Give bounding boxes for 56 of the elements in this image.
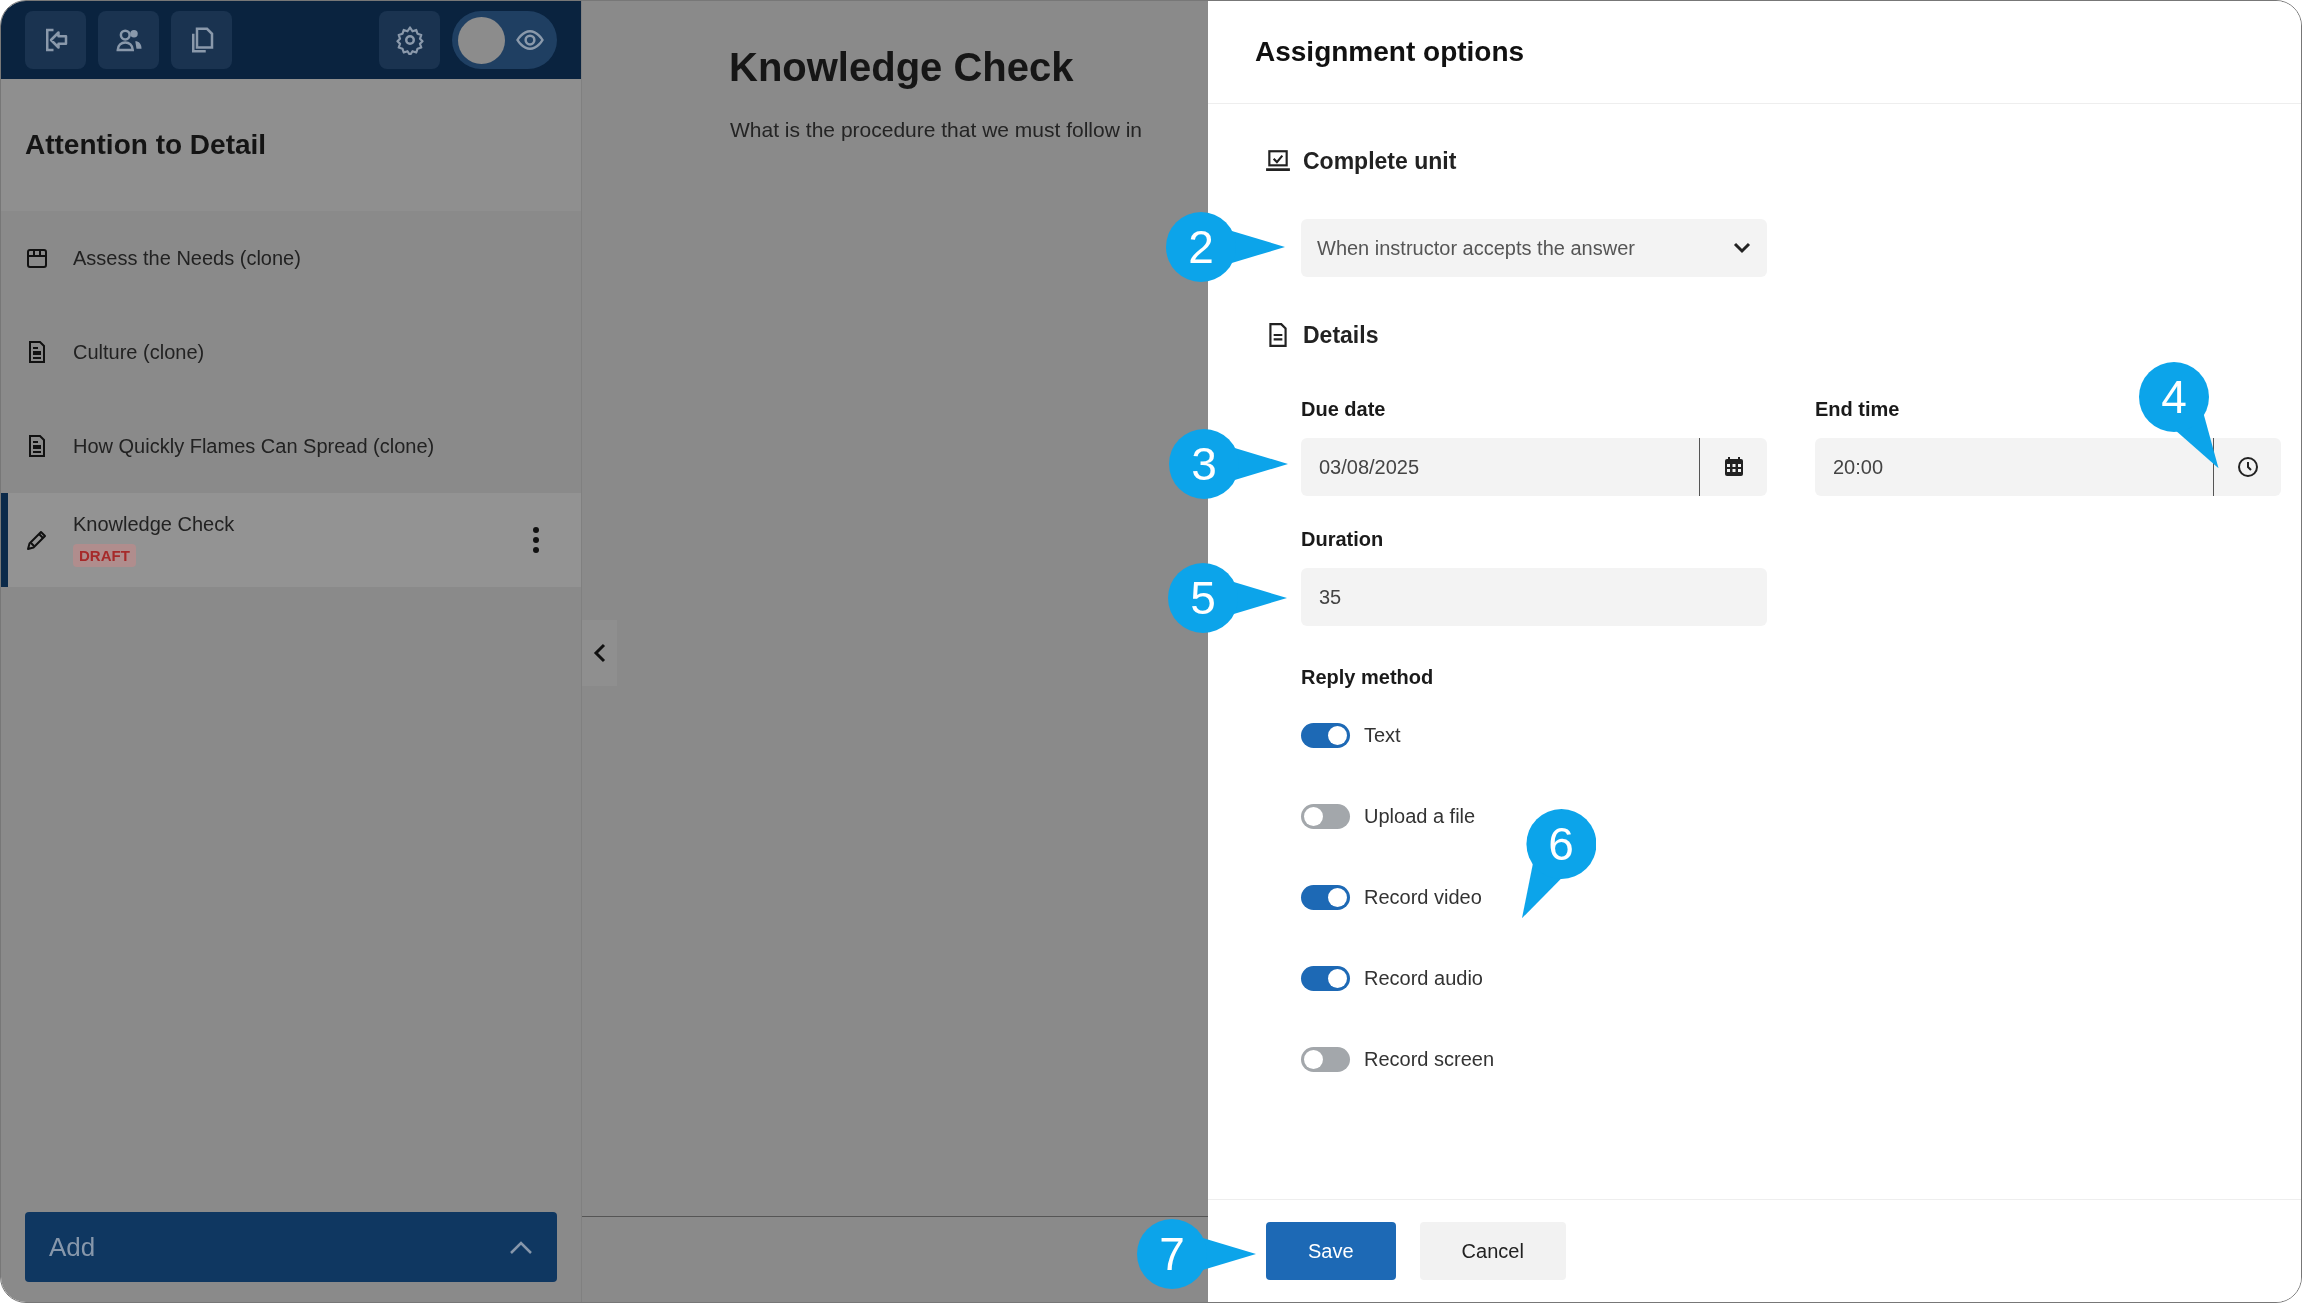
cancel-button[interactable]: Cancel: [1419, 1222, 1566, 1280]
callout-tooltip: 2: [1166, 212, 1285, 282]
toggle-switch[interactable]: [1301, 1046, 1350, 1072]
completion-dropdown[interactable]: When instructor accepts the answer: [1301, 219, 1767, 277]
settings-icon: [394, 25, 425, 55]
page-title: Knowledge Check: [729, 45, 1075, 90]
field-label: Due date: [1301, 398, 1387, 421]
toggle-label: Record audio: [1364, 966, 1483, 990]
toggle-switch[interactable]: [1301, 722, 1350, 748]
add-button[interactable]: Add: [25, 1212, 557, 1282]
due-date-field[interactable]: 03/08/2025: [1301, 438, 1767, 496]
settings-button[interactable]: [379, 11, 440, 69]
section-heading: Details: [1303, 321, 1379, 349]
laptop-check-icon: [1265, 148, 1291, 174]
unit-list-item[interactable]: Knowledge Check DRAFT: [1, 493, 581, 587]
toggle-label: Record video: [1364, 885, 1482, 909]
calendar-icon: [25, 246, 49, 270]
field-label: Reply method: [1301, 666, 1435, 689]
panel-title: Assignment options: [1255, 36, 1525, 68]
clock-icon: [2235, 455, 2260, 479]
toggle-label: Record screen: [1364, 1047, 1495, 1071]
more-options-icon: [531, 526, 541, 554]
unit-list-item[interactable]: Culture (clone): [1, 305, 581, 399]
field-label: Duration: [1301, 528, 1385, 551]
unit-title: How Quickly Flames Can Spread (clone): [73, 434, 436, 458]
unit-title: Knowledge Check: [73, 513, 236, 536]
section-heading: Complete unit: [1303, 147, 1457, 175]
toggle-switch[interactable]: [1301, 965, 1350, 991]
exit-button[interactable]: [25, 11, 86, 69]
save-button[interactable]: Save: [1266, 1222, 1396, 1280]
callout-tooltip: 7: [1137, 1219, 1256, 1289]
copy-button[interactable]: [171, 11, 232, 69]
callout-tooltip: 6: [1521, 809, 1596, 919]
toggle-label: Text: [1364, 723, 1401, 747]
unit-list-item[interactable]: How Quickly Flames Can Spread (clone): [1, 399, 581, 493]
end-time-field[interactable]: 20:00: [1815, 438, 2281, 496]
status-badge: DRAFT: [73, 544, 136, 567]
unit-title: Assess the Needs (clone): [73, 246, 302, 270]
pencil-icon: [25, 528, 49, 552]
chevron-up-icon: [509, 1239, 533, 1255]
users-button[interactable]: [98, 11, 159, 69]
field-label: End time: [1815, 398, 1901, 421]
chevron-down-icon: [1733, 242, 1751, 254]
question-text: What is the procedure that we must follow in: [730, 118, 1144, 142]
callout-tooltip: 3: [1169, 429, 1288, 499]
toggle-label: Upload a file: [1364, 804, 1476, 828]
unit-title: Culture (clone): [73, 340, 206, 364]
callout-tooltip: 5: [1168, 563, 1287, 633]
toggle-switch[interactable]: [1301, 803, 1350, 829]
toggle-switch[interactable]: [1301, 884, 1350, 910]
duration-field[interactable]: 35: [1301, 568, 1767, 626]
collapse-button[interactable]: [582, 620, 617, 686]
unit-list-item[interactable]: Assess the Needs (clone): [1, 211, 581, 305]
course-title: Attention to Detail: [25, 129, 267, 161]
callout-tooltip: 4: [2139, 362, 2219, 469]
chevron-left-icon: [592, 643, 607, 663]
